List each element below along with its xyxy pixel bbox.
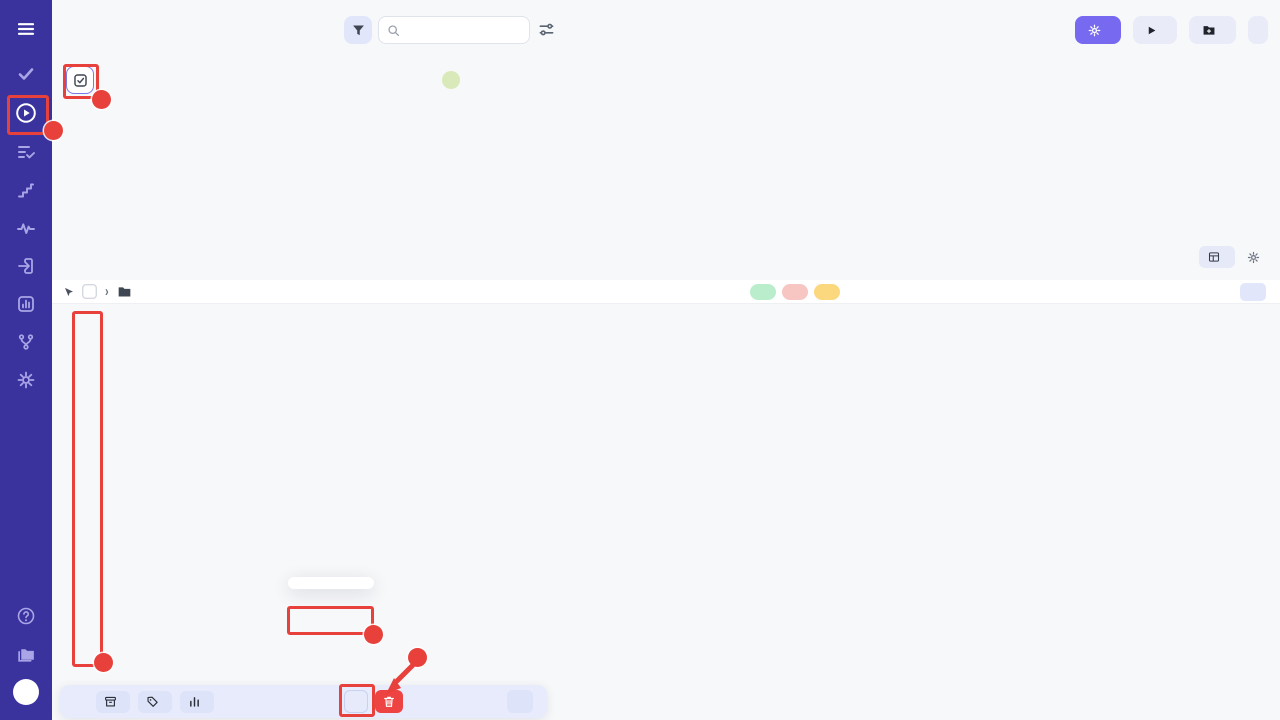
tag-icon <box>146 695 159 708</box>
sidebar-item-integrations[interactable] <box>0 330 52 354</box>
sidebar-item-test-plans[interactable] <box>0 140 52 164</box>
tag-filter-label <box>442 71 460 89</box>
runs-chart <box>107 92 1267 232</box>
delete-button[interactable] <box>375 690 403 713</box>
app-root: › <box>0 0 1280 720</box>
breadcrumb <box>90 20 100 38</box>
header-more-button[interactable] <box>1248 16 1268 44</box>
selection-more-button[interactable] <box>344 690 368 713</box>
compare-button[interactable] <box>180 691 214 713</box>
other-count <box>814 284 840 300</box>
table-toolbar <box>1199 246 1264 268</box>
adjustments-icon[interactable] <box>538 21 555 43</box>
chart-canvas <box>107 92 1267 226</box>
group-checkbox[interactable] <box>82 284 97 299</box>
search-box[interactable] <box>378 16 530 44</box>
selection-action-bar <box>60 685 547 718</box>
menu-icon[interactable] <box>0 17 52 41</box>
tag-filter[interactable] <box>442 70 460 88</box>
group-result-counts <box>750 284 840 300</box>
main-content: › <box>52 0 1280 720</box>
table-icon <box>1208 251 1220 263</box>
new-group-button[interactable] <box>1189 16 1236 44</box>
folder-icon <box>117 284 132 299</box>
table-settings-button[interactable] <box>1242 246 1264 268</box>
group-more-button[interactable] <box>1240 283 1266 301</box>
select-mode-button[interactable] <box>66 66 94 94</box>
play-icon <box>1146 25 1157 36</box>
top-bar <box>52 0 1280 60</box>
gear-icon <box>1247 251 1260 264</box>
cursor-icon <box>62 286 74 298</box>
chevron-right-icon[interactable]: › <box>105 284 109 300</box>
search-icon <box>387 24 400 37</box>
group-row[interactable]: › <box>52 280 1280 304</box>
sidebar-item-tests[interactable] <box>0 62 52 86</box>
archive-button[interactable] <box>96 691 130 713</box>
sidebar-item-settings[interactable] <box>0 368 52 392</box>
sidebar-item-analytics[interactable] <box>0 292 52 316</box>
close-selection-button[interactable] <box>507 690 533 713</box>
sidebar-item-milestones[interactable] <box>0 178 52 202</box>
search-input[interactable] <box>406 23 516 37</box>
breadcrumb-separator <box>90 20 100 37</box>
projects-icon[interactable] <box>0 642 52 666</box>
sidebar <box>0 0 52 720</box>
trash-icon <box>383 695 395 708</box>
failed-count <box>782 284 808 300</box>
bar-chart-icon <box>188 695 201 708</box>
archive-icon <box>104 695 117 708</box>
report-automated-tests-button[interactable] <box>1075 16 1121 44</box>
gear-icon <box>1088 24 1101 37</box>
sidebar-item-import[interactable] <box>0 254 52 278</box>
help-icon[interactable] <box>0 604 52 628</box>
funnel-icon <box>351 23 366 38</box>
folder-plus-icon <box>1202 23 1216 37</box>
header-actions <box>1075 16 1268 44</box>
labels-button[interactable] <box>138 691 172 713</box>
workspace-logo[interactable] <box>13 679 39 705</box>
filter-button[interactable] <box>344 16 372 44</box>
custom-view-button[interactable] <box>1199 246 1235 268</box>
context-menu <box>288 577 374 589</box>
sidebar-item-runs[interactable] <box>0 101 52 125</box>
sidebar-item-pulse[interactable] <box>0 216 52 240</box>
passed-count <box>750 284 776 300</box>
checkbox-icon <box>72 72 89 89</box>
manual-run-button[interactable] <box>1133 16 1177 44</box>
